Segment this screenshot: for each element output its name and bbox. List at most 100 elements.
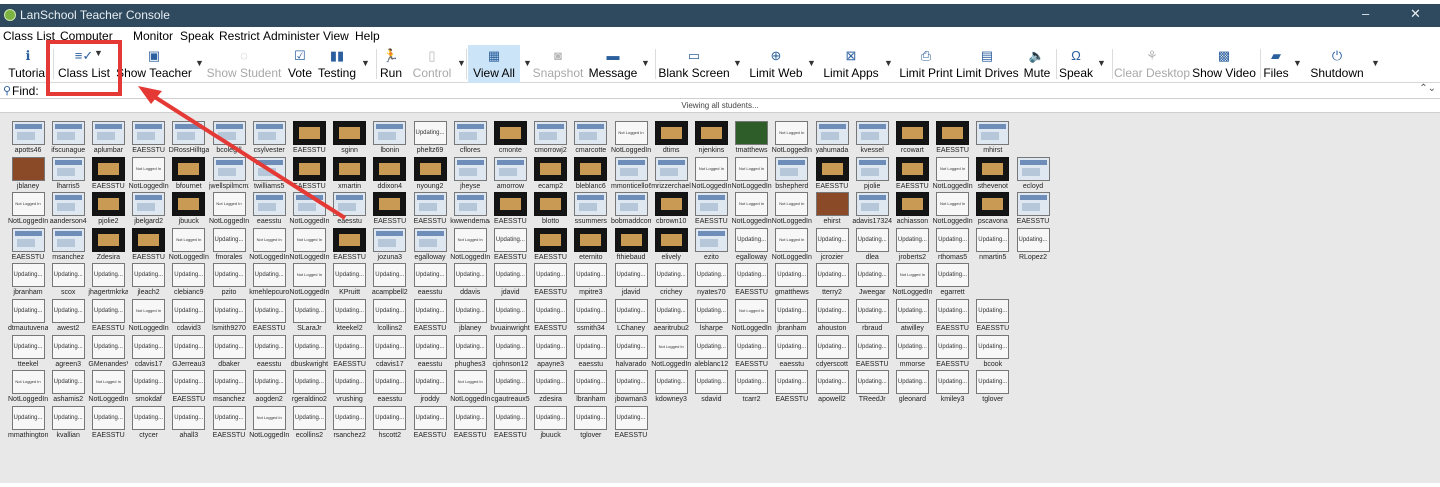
student-tile[interactable]: Updating... EAESSTU [973,299,1013,335]
minimize-button[interactable]: – [1362,6,1369,21]
student-tile[interactable]: Updating... rbraud [852,299,892,335]
student-tile[interactable]: Updating... cdavis17 [129,334,169,371]
student-tile[interactable]: cflores [450,121,490,157]
student-tile[interactable]: Updating... ddavis [450,263,490,299]
student-tile[interactable]: Updating... jbranham [8,263,48,299]
menu-help[interactable]: Help [355,29,380,43]
student-tile[interactable]: Updating... KPruitt [330,263,370,299]
student-tile[interactable]: Updating... clebianc9 [169,263,209,299]
student-tile[interactable]: EAESSTU [129,121,169,157]
student-tile[interactable]: Updating... mmorse [892,334,932,371]
menu-speak[interactable]: Speak [180,29,214,43]
student-tile[interactable]: Updating... lbranham [571,370,611,406]
speak-button[interactable]: Ω Speak [1058,45,1094,83]
student-tile[interactable]: apotts46 [8,121,48,157]
student-tile[interactable]: Updating... scox [48,263,88,299]
student-tile[interactable]: pjolie [852,156,892,193]
menu-administer[interactable]: Administer [263,29,320,43]
student-tile[interactable]: Updating... mpitre3 [571,263,611,299]
chevron-toggle-icon[interactable]: ⌃⌄ [1419,83,1436,94]
student-tile[interactable]: Not Logged In NotLoggedIn [450,227,490,264]
student-tile[interactable]: twilliams5 [249,156,289,193]
student-tile[interactable]: EAESSTU [289,121,329,157]
student-tile[interactable]: EAESSTU [330,227,370,264]
student-tile[interactable]: ecloyd [1013,156,1053,193]
student-tile[interactable]: Updating... kdowney3 [651,370,691,406]
student-tile[interactable]: Updating... eaesstu [571,334,611,371]
student-tile[interactable]: Updating... ahall3 [169,405,209,442]
student-tile[interactable]: eaesstu [330,192,370,228]
student-tile[interactable]: Updating... halvarado [611,334,651,371]
student-tile[interactable]: ddixon4 [370,156,410,193]
student-tile[interactable]: Updating... jdavid [611,263,651,299]
student-tile[interactable]: jbelgard2 [129,192,169,228]
student-tile[interactable]: tmatthews [732,121,772,157]
student-tile[interactable]: Updating... EAESSTU [88,299,128,335]
student-tile[interactable]: rcowart [892,121,932,157]
student-tile[interactable]: Updating... EAESSTU [209,405,249,442]
menu-computer[interactable]: Computer [60,29,113,43]
student-tile[interactable]: Updating... atwilley [892,299,932,335]
class-list-dropdown-arrow-icon[interactable]: ▼ [94,48,103,58]
student-tile[interactable]: Updating... jroberts2 [892,227,932,264]
student-tile[interactable]: Updating... EAESSTU [490,227,530,264]
student-tile[interactable]: Updating... egalloway [732,227,772,264]
student-tile[interactable]: Updating... dlea [852,227,892,264]
student-tile[interactable]: egalloway [410,227,450,264]
student-tile[interactable]: Updating... ahouston [812,299,852,335]
student-tile[interactable]: csylvester [249,121,289,157]
student-tile[interactable]: mrizzerchaelo [651,156,691,193]
student-tile[interactable]: Updating...kmehlepcurocm [249,263,289,299]
student-tile[interactable]: Updating... tglover [571,405,611,442]
student-tile[interactable]: sginn [330,121,370,157]
student-tile[interactable]: Not Logged In NotLoggedIn [772,227,812,264]
student-tile[interactable]: cbrown10 [651,192,691,228]
student-tile[interactable]: njenkins [691,121,731,157]
menu-class-list[interactable]: Class List [3,29,55,43]
student-tile[interactable]: cmorrowj2 [531,121,571,157]
student-tile[interactable]: Updating... EAESSTU [88,405,128,442]
student-tile[interactable]: Updating... nyates70 [691,263,731,299]
student-tile[interactable]: EAESSTU [129,227,169,264]
student-tile[interactable]: Updating... rthomas5 [933,227,973,264]
student-tile[interactable]: bleblanc6 [571,156,611,193]
student-tile[interactable]: Updating... jbowman3 [611,370,651,406]
student-tile[interactable]: Updating... tglover [973,370,1013,406]
student-tile[interactable]: sthevenot [973,156,1013,193]
student-tile[interactable]: Not Logged In NotLoggedIn [892,263,932,299]
control-dropdown-arrow-icon[interactable]: ▼ [457,58,466,68]
student-tile[interactable]: Updating... jroddy [410,370,450,406]
student-tile[interactable]: Updating... EAESSTU [410,299,450,335]
student-tile[interactable]: Not Logged In NotLoggedIn [933,156,973,193]
student-tile[interactable]: EAESSTU [892,156,932,193]
find-input[interactable] [42,84,1412,97]
student-tile[interactable]: mmonticello6e [611,156,651,193]
student-tile[interactable]: Zdesira [88,227,128,264]
student-tile[interactable]: EAESSTU [490,192,530,228]
student-tile[interactable]: Updating... jbranham [772,299,812,335]
student-tile[interactable]: Updating... rgeraldino2 [289,370,329,406]
student-tile[interactable]: EAESSTU [88,156,128,193]
student-tile[interactable]: cmonte [490,121,530,157]
student-tile[interactable]: aplumbar [88,121,128,157]
student-tile[interactable]: Updating... jleach2 [129,263,169,299]
student-tile[interactable]: pjolie2 [88,192,128,228]
message-dropdown-arrow-icon[interactable]: ▼ [641,58,650,68]
student-tile[interactable]: Updating... msanchez [209,370,249,406]
student-tile[interactable]: Updating... dtmautuvena [8,299,48,335]
student-tile[interactable]: adavis17324 [852,192,892,228]
student-tile[interactable]: Updating... aearitrubu2 [651,299,691,335]
student-tile[interactable]: Not Logged In NotLoggedIn [8,192,48,228]
student-tile[interactable]: Updating... apowell2 [812,370,852,406]
shutdown-dropdown-arrow-icon[interactable]: ▼ [1371,58,1380,68]
student-tile[interactable]: ezito [691,227,731,264]
run-button[interactable]: 🏃 Run [378,45,404,83]
student-tile[interactable]: Updating... eaesstu [772,334,812,371]
student-tile[interactable]: lharris5 [48,156,88,193]
message-button[interactable]: ▬ Message [588,45,638,83]
student-tile[interactable]: Not Logged In NotLoggedIn [289,263,329,299]
student-tile[interactable]: Not Logged In NotLoggedIn [772,192,812,228]
student-tile[interactable]: Updating... rsanchez2 [330,405,370,442]
student-tile[interactable]: Updating... EAESSTU [410,405,450,442]
student-tile[interactable]: amorrow [490,156,530,193]
